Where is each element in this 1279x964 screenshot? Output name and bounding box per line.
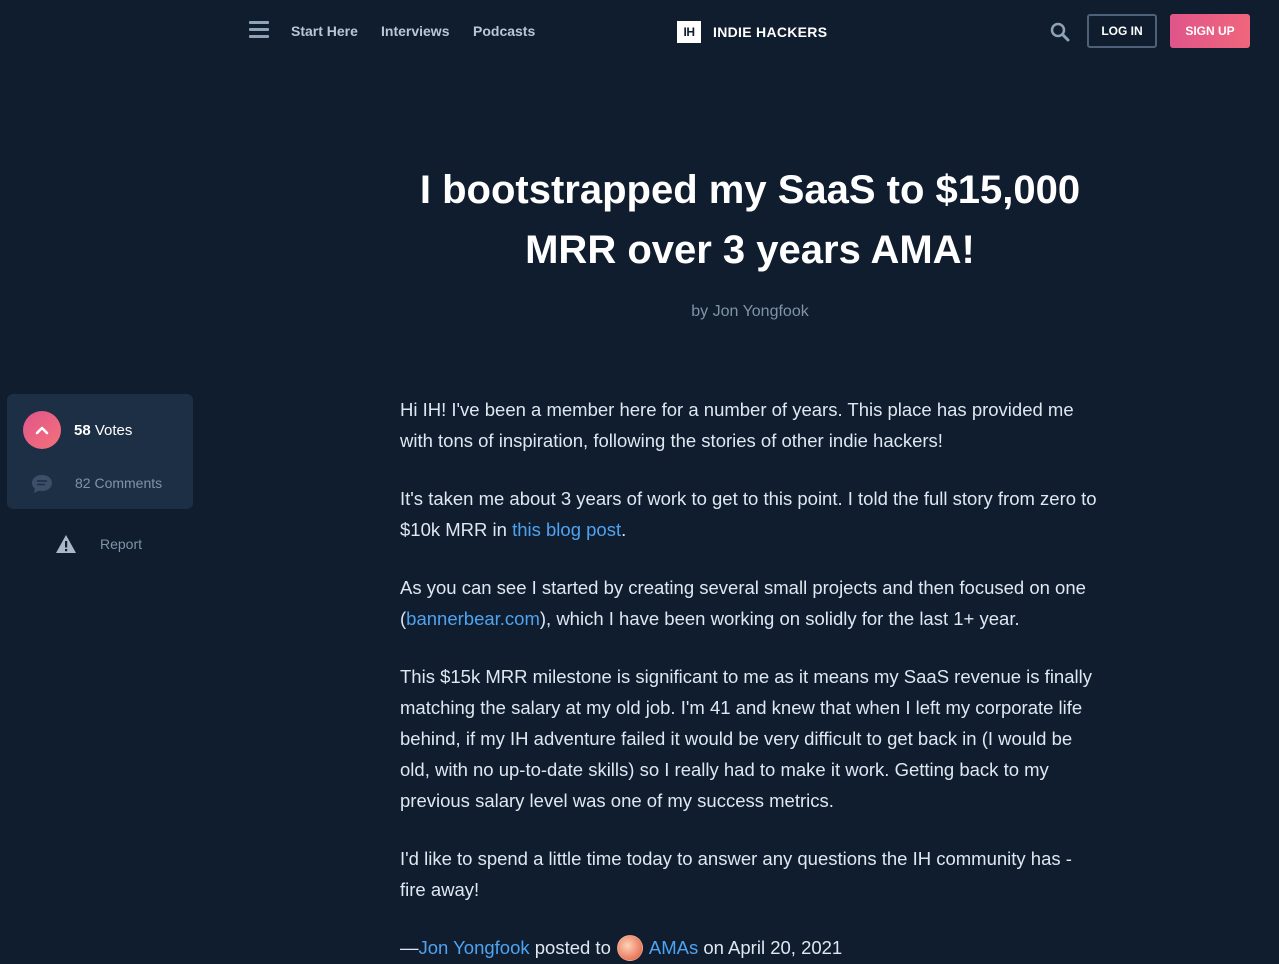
bannerbear-link[interactable]: bannerbear.com: [406, 608, 540, 629]
comments-link[interactable]: 82 Comments: [75, 475, 162, 491]
nav-podcasts[interactable]: Podcasts: [473, 23, 535, 39]
logo-mark: IH: [677, 21, 701, 43]
posted-to-label: posted to: [534, 937, 611, 958]
author-link[interactable]: Jon Yongfook: [419, 932, 530, 963]
group-link[interactable]: AMAs: [649, 932, 698, 963]
indie-hackers-logo[interactable]: IH INDIE HACKERS: [677, 20, 827, 44]
post-byline[interactable]: by Jon Yongfook: [395, 303, 1105, 321]
post-footer: — Jon Yongfook posted to AMAs on April 20…: [400, 932, 842, 963]
votes-count: 58 Votes: [74, 422, 132, 439]
vote-panel: 58 Votes 82 Comments: [7, 394, 193, 509]
post-paragraph-5: I'd like to spend a little time today to…: [400, 848, 1072, 900]
report-label: Report: [100, 536, 143, 552]
comment-bubble-icon[interactable]: [31, 474, 53, 494]
post-paragraph-1: Hi IH! I've been a member here for a num…: [400, 399, 1074, 451]
chevron-up-icon: [35, 426, 49, 435]
post-body: Hi IH! I've been a member here for a num…: [400, 394, 1100, 932]
hamburger-menu-icon[interactable]: [249, 21, 269, 39]
post-date: on April 20, 2021: [703, 937, 843, 958]
signup-button[interactable]: SIGN UP: [1170, 14, 1250, 48]
paragraph-text: ), which I have been working on solidly …: [539, 608, 1020, 629]
nav-start-here[interactable]: Start Here: [291, 23, 358, 39]
post-paragraph-2: It's taken me about 3 years of work to g…: [400, 483, 1100, 545]
report-link[interactable]: Report: [55, 534, 142, 554]
login-button[interactable]: LOG IN: [1087, 14, 1157, 48]
post-paragraph-3: As you can see I started by creating sev…: [400, 572, 1100, 634]
post-title: I bootstrapped my SaaS to $15,000 MRR ov…: [419, 168, 1081, 272]
footer-dash: —: [400, 937, 419, 958]
post-paragraph-4: This $15k MRR milestone is significant t…: [400, 666, 1092, 811]
group-avatar-icon[interactable]: [616, 934, 643, 961]
paragraph-text: .: [621, 519, 627, 540]
blog-post-link[interactable]: this blog post: [512, 519, 621, 540]
upvote-button[interactable]: [23, 411, 61, 449]
votes-number: 58: [74, 422, 91, 439]
warning-icon: [56, 535, 76, 553]
nav-interviews[interactable]: Interviews: [381, 23, 449, 39]
paragraph-text: It's taken me about 3 years of work to g…: [400, 488, 1097, 540]
search-icon[interactable]: [1050, 22, 1070, 42]
top-navigation-bar: Start Here Interviews Podcasts IH INDIE …: [0, 0, 1279, 64]
votes-label: Votes: [94, 422, 133, 439]
logo-text: INDIE HACKERS: [713, 24, 828, 40]
